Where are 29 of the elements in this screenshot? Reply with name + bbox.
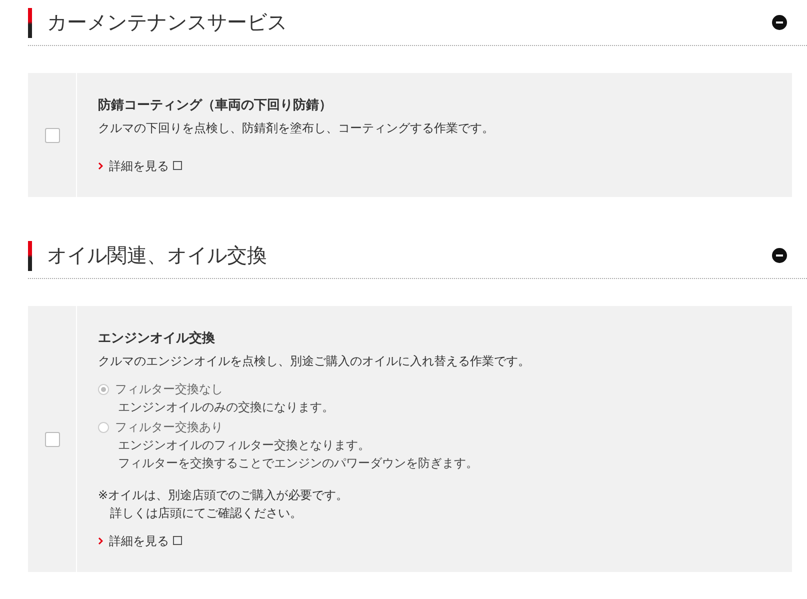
service-title: エンジンオイル交換 <box>98 330 216 348</box>
option-description: エンジンオイルのフィルター交換となります。 <box>117 437 371 454</box>
window-icon <box>173 536 182 545</box>
radio-option[interactable]: フィルター交換なし <box>98 380 530 398</box>
note-text: ※オイルは、別途店頭でのご購入が必要です。 <box>98 487 350 504</box>
details-link[interactable]: 詳細を見る <box>109 157 169 175</box>
chevron-icon <box>98 537 103 545</box>
option-description: フィルターを交換することでエンジンのパワーダウンを防ぎます。 <box>117 455 479 472</box>
service-description: クルマの下回りを点検し、防錆剤を塗布し、コーティングする作業です。 <box>98 120 494 137</box>
option-label: フィルター交換あり <box>115 419 223 436</box>
section-title: オイル関連、オイル交換 <box>47 242 268 269</box>
checkbox[interactable] <box>44 432 60 446</box>
heading-marker <box>28 240 32 270</box>
checkbox[interactable] <box>44 128 60 142</box>
details-link[interactable]: 詳細を見る <box>109 532 169 550</box>
option-label: フィルター交換なし <box>115 381 223 398</box>
collapse-icon[interactable] <box>772 15 787 30</box>
option-description: エンジンオイルのみの交換になります。 <box>117 399 335 416</box>
section-title: カーメンテナンスサービス <box>47 9 288 36</box>
chevron-icon <box>98 162 103 170</box>
radio-option[interactable]: フィルター交換あり <box>98 418 530 436</box>
window-icon <box>173 161 182 170</box>
radio-button[interactable] <box>98 384 109 394</box>
service-title: 防錆コーティング（車両の下回り防錆） <box>98 97 333 115</box>
collapse-icon[interactable] <box>772 248 787 263</box>
note-text: 詳しくは店頭にてご確認ください。 <box>109 505 303 522</box>
radio-button[interactable] <box>98 422 109 432</box>
service-description: クルマのエンジンオイルを点検し、別途ご購入のオイルに入れ替える作業です。 <box>98 353 530 370</box>
heading-marker <box>28 8 32 38</box>
